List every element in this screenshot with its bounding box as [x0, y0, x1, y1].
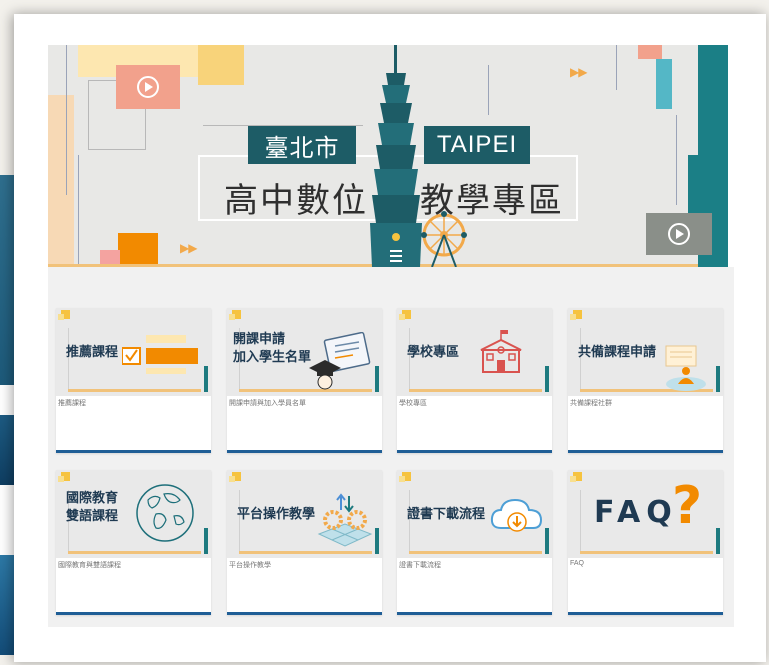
ferris-wheel-icon: [421, 211, 467, 267]
background-strip: [0, 175, 14, 655]
presenter-icon: [665, 345, 706, 391]
play-icon: [137, 76, 159, 98]
deco-line: [616, 45, 617, 90]
card-thumbnail: 證書下載流程: [397, 470, 552, 558]
play-icon: [668, 223, 690, 245]
card-caption: 國際教育與雙語課程: [58, 562, 121, 569]
deco-shape: [198, 45, 244, 85]
school-building-icon: [480, 330, 522, 373]
deco-shape: [688, 155, 698, 215]
card-title: 學校專區: [407, 345, 460, 360]
background-image-2: [0, 415, 14, 485]
card-caption: 共備課程社群: [570, 400, 612, 407]
card-international-education[interactable]: 國際教育 雙語課程 國際教育與雙語課程: [56, 470, 211, 615]
card-title-line1: 開課申請: [233, 332, 286, 347]
hero-banner: ▶▶ ▶▶ 臺北市 TAIPEI 高中數位 教學專區: [48, 45, 728, 267]
card-thumbnail: FAQ ?: [568, 470, 723, 558]
gears-icon: [317, 493, 373, 547]
card-caption: FAQ: [570, 560, 585, 567]
card-certificate-download[interactable]: 證書下載流程 證書下載流程: [397, 470, 552, 615]
city-label-en: TAIPEI: [424, 126, 530, 164]
card-faq[interactable]: FAQ ? FAQ: [568, 470, 723, 615]
card-title-line2: 加入學生名單: [233, 350, 312, 365]
card-thumbnail: 共備課程申請: [568, 308, 723, 396]
card-title: 推薦課程: [66, 345, 119, 360]
card-title-line2: 雙語課程: [66, 509, 119, 524]
card-caption: 開課申請與加入學員名單: [229, 400, 306, 407]
card-title-line1: 國際教育: [66, 491, 119, 506]
card-co-prep-application[interactable]: 共備課程申請 共備課程社群: [568, 308, 723, 453]
arrow-deco-icon: ▶▶: [180, 241, 197, 255]
card-thumbnail: 推薦課程: [56, 308, 211, 396]
card-title: 證書下載流程: [407, 507, 486, 522]
deco-shape: [48, 95, 74, 267]
card-recommended-courses[interactable]: 推薦課程 推薦課程: [56, 308, 211, 453]
deco-line: [676, 115, 677, 205]
card-caption: 證書下載流程: [399, 562, 441, 569]
card-platform-tutorial[interactable]: 平台操作教學 平台操作教學: [227, 470, 382, 615]
globe-icon: [136, 484, 194, 542]
deco-shape: [656, 59, 672, 109]
banner-title-left: 高中數位: [224, 181, 368, 221]
deco-shape: [118, 233, 158, 267]
card-caption: 平台操作教學: [229, 562, 271, 569]
card-caption: 推薦課程: [58, 400, 86, 407]
card-thumbnail: 平台操作教學: [227, 470, 382, 558]
card-thumbnail: 開課申請 加入學生名單: [227, 308, 382, 396]
city-label-zh: 臺北市: [248, 126, 356, 164]
card-course-application[interactable]: 開課申請 加入學生名單 開課申請與加入學員名單: [227, 308, 382, 453]
card-thumbnail: 國際教育 雙語課程: [56, 470, 211, 558]
checkbox-icon: [122, 335, 198, 374]
arrow-deco-icon: ▶▶: [570, 65, 587, 79]
background-image-1: [0, 175, 14, 385]
video-play-button[interactable]: [646, 213, 712, 255]
card-title: FAQ: [594, 495, 678, 530]
question-mark-icon: ?: [672, 476, 703, 536]
graduation-cap-icon: [309, 332, 371, 390]
deco-line: [78, 155, 79, 267]
card-caption: 學校專區: [399, 400, 427, 407]
deco-line: [488, 65, 489, 115]
cloud-download-icon: [490, 498, 543, 532]
deco-line: [66, 45, 67, 195]
card-school-zone[interactable]: 學校專區 學校專區: [397, 308, 552, 453]
card-title: 共備課程申請: [578, 345, 657, 360]
card-thumbnail: 學校專區: [397, 308, 552, 396]
background-image-3: [0, 555, 14, 655]
card-title: 平台操作教學: [237, 507, 316, 522]
video-play-button[interactable]: [116, 65, 180, 109]
deco-shape: [638, 45, 662, 59]
